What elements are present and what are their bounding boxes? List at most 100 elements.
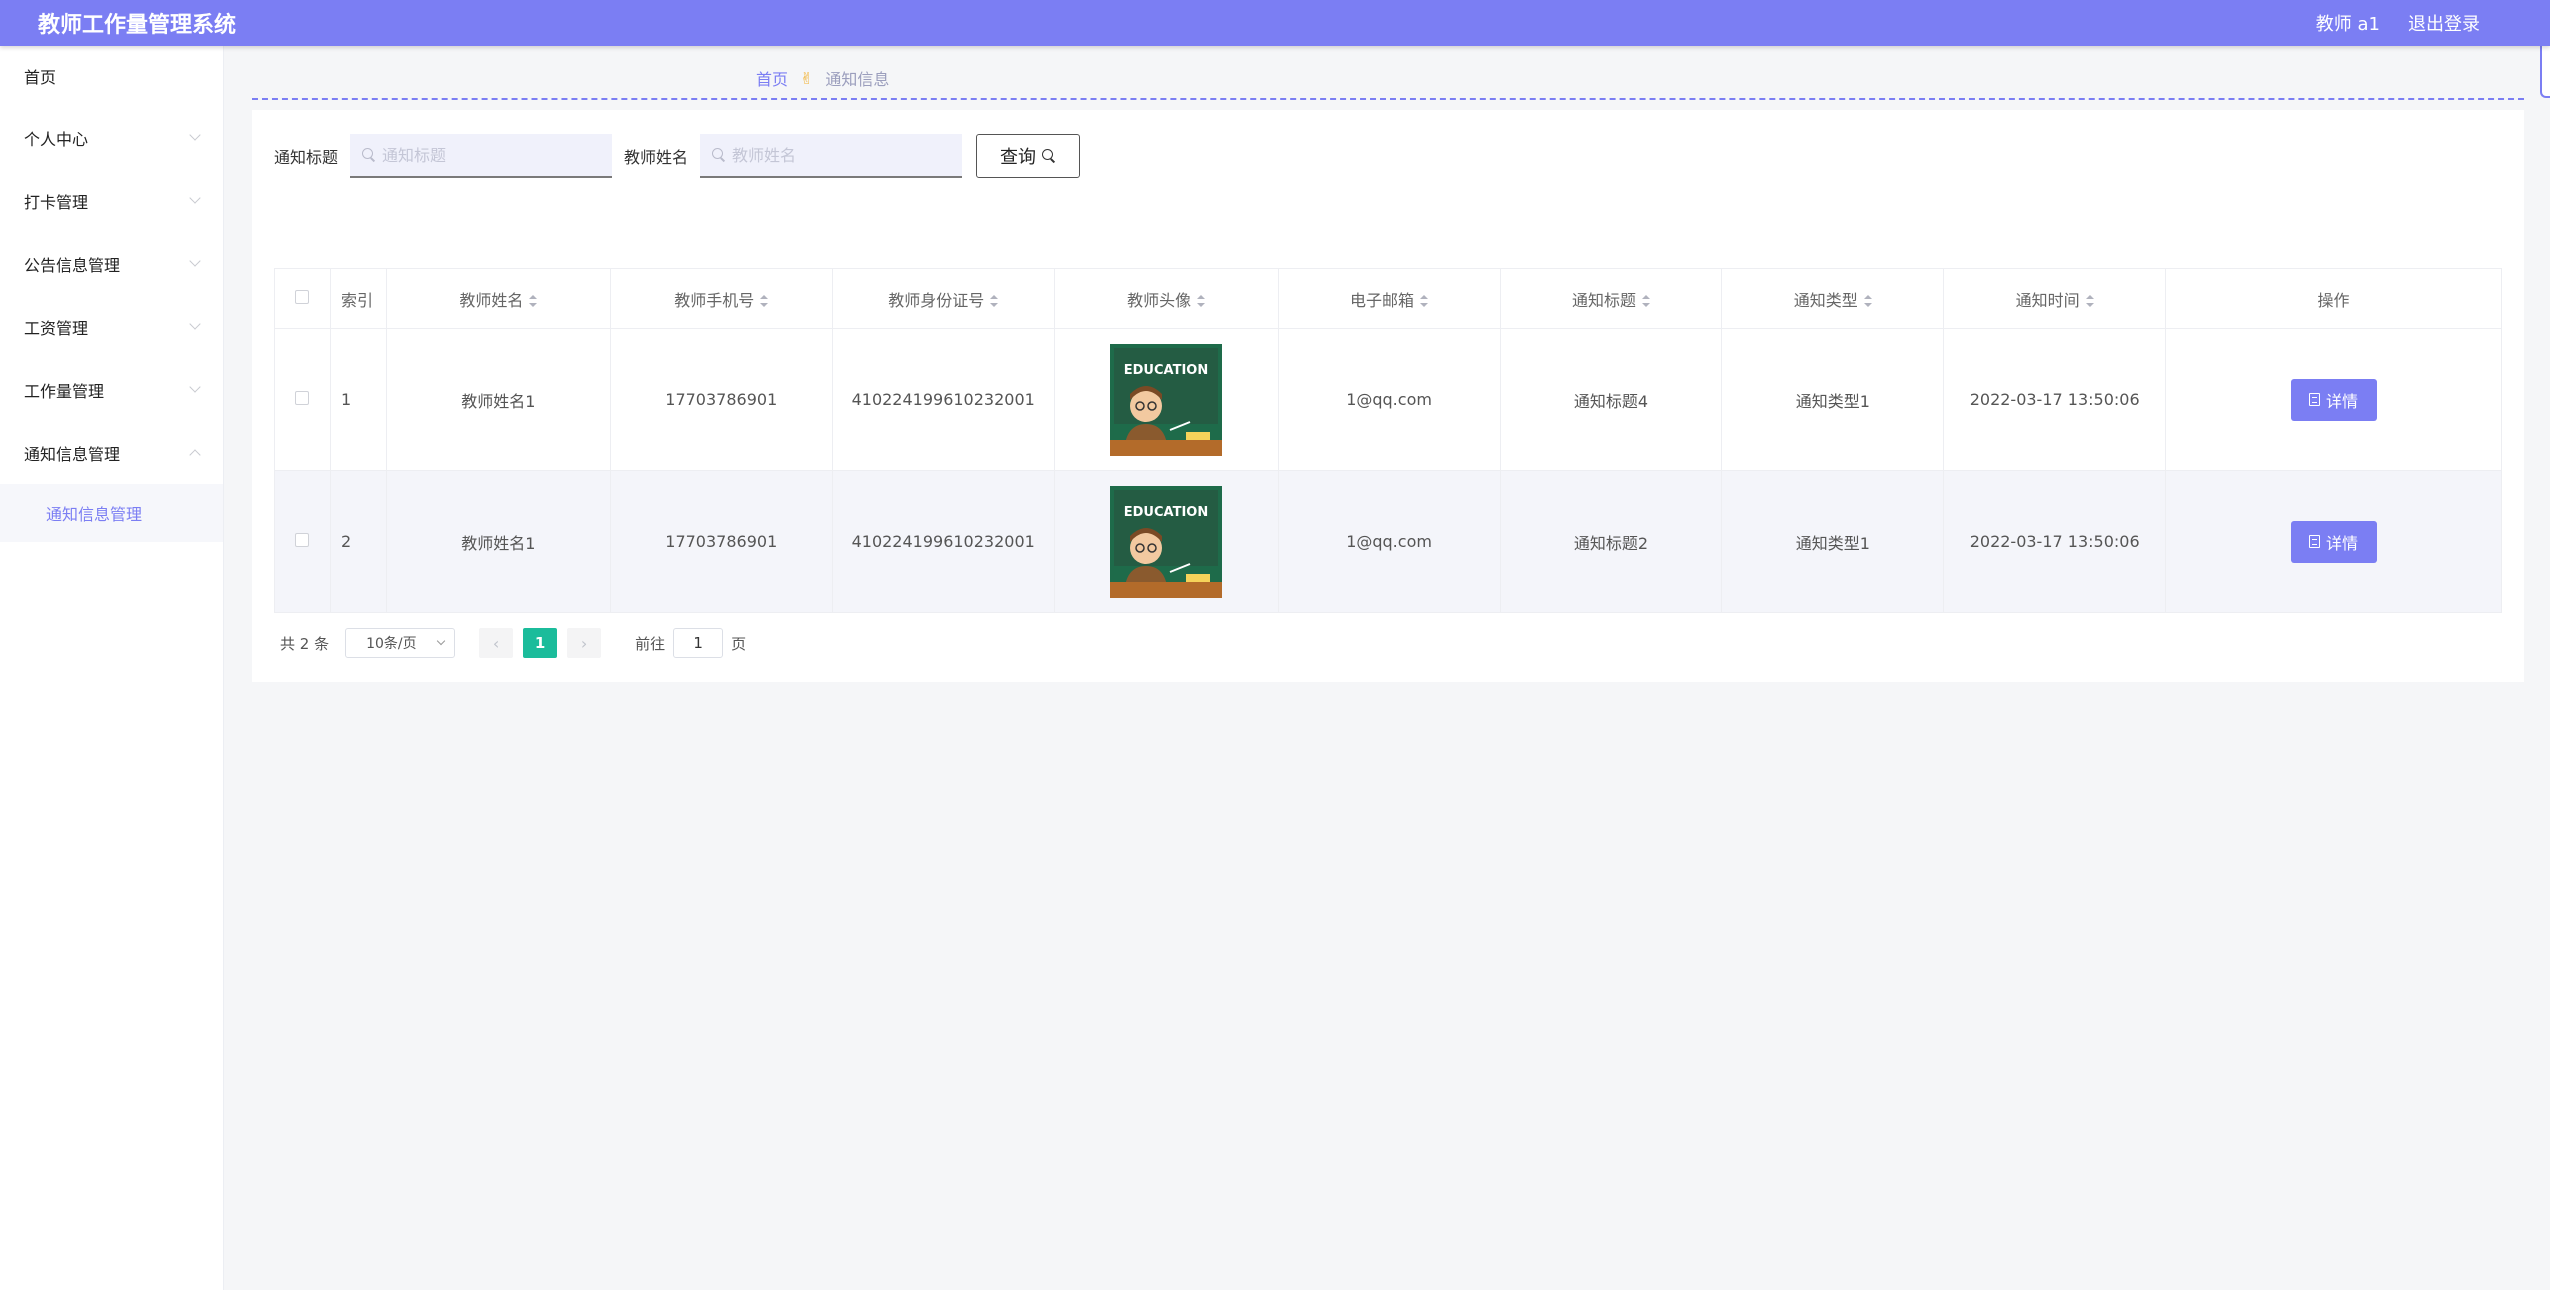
cell-index: 1: [330, 328, 387, 471]
sort-icon[interactable]: [1197, 295, 1206, 307]
top-header: 教师工作量管理系统 教师 a1 退出登录: [0, 0, 2550, 46]
cell-email: 1@qq.com: [1278, 328, 1501, 471]
sidebar-item-personal-center[interactable]: 个人中心: [0, 106, 223, 169]
breadcrumb-home[interactable]: 首页: [756, 66, 788, 90]
column-header-time[interactable]: 通知时间: [1943, 268, 2167, 329]
sidebar-item-label: 首页: [24, 68, 57, 87]
chevron-down-icon: [436, 636, 446, 646]
sidebar-item-label: 公告信息管理: [24, 255, 121, 275]
column-header-type[interactable]: 通知类型: [1721, 268, 1945, 329]
user-name: 教师 a1: [2315, 14, 2380, 35]
teacher-avatar-image[interactable]: EDUCATION: [1110, 485, 1223, 598]
chevron-down-icon: [189, 191, 201, 204]
cell-id-card: 410224199610232001: [832, 470, 1055, 613]
sidebar-item-label: 个人中心: [24, 129, 89, 149]
select-all-checkbox[interactable]: [295, 290, 310, 304]
sidebar-item-announcements[interactable]: 公告信息管理: [0, 232, 223, 295]
chevron-down-icon: [189, 128, 201, 141]
detail-button[interactable]: 详情: [2290, 520, 2377, 563]
goto-page-input[interactable]: [673, 628, 724, 658]
chevron-down-icon: [189, 380, 201, 393]
goto-page: 前往 页: [635, 628, 746, 658]
column-header-name[interactable]: 教师姓名: [386, 268, 611, 329]
cell-name: 教师姓名1: [386, 328, 611, 471]
app-title: 教师工作量管理系统: [38, 13, 237, 38]
pagination-total: 共 2 条: [280, 634, 330, 653]
cell-time: 2022-03-17 13:50:06: [1943, 328, 2167, 471]
column-header-title[interactable]: 通知标题: [1500, 268, 1723, 329]
sort-icon[interactable]: [1641, 295, 1650, 307]
sidebar: 首页 个人中心 打卡管理 公告信息管理 工资管理 工作量管理 通知信息管理 通知…: [0, 46, 224, 1290]
query-button-label: 查询: [1000, 147, 1037, 168]
name-search-input[interactable]: [732, 145, 943, 165]
sidebar-item-label: 打卡管理: [24, 192, 89, 212]
document-icon: [2309, 535, 2321, 548]
cell-title: 通知标题2: [1500, 470, 1723, 613]
column-header-avatar[interactable]: 教师头像: [1054, 268, 1279, 329]
search-icon: [712, 148, 726, 162]
name-search-label: 教师姓名: [624, 148, 689, 167]
table-row: 1 教师姓名1 17703786901 410224199610232001 E…: [274, 328, 2502, 471]
page-number-active[interactable]: 1: [523, 628, 558, 658]
cell-index: 2: [330, 470, 387, 613]
logout-link[interactable]: 退出登录: [2408, 10, 2480, 36]
breadcrumb-current: 通知信息: [825, 70, 890, 89]
column-header-label: 教师身份证号: [888, 290, 985, 310]
cell-phone: 17703786901: [610, 470, 833, 613]
row-checkbox[interactable]: [295, 391, 310, 405]
cell-name: 教师姓名1: [386, 470, 611, 613]
row-checkbox[interactable]: [295, 533, 310, 547]
cell-time: 2022-03-17 13:50:06: [1943, 470, 2167, 613]
detail-button[interactable]: 详情: [2290, 378, 2377, 421]
name-search-box[interactable]: [700, 134, 963, 178]
divider: [252, 98, 2524, 100]
query-button[interactable]: 查询: [976, 134, 1081, 178]
main-panel: 通知标题 教师姓名 查询 索引 教师姓名 教师手机号 教师身份证号: [252, 110, 2524, 682]
title-search-input[interactable]: [382, 145, 593, 165]
cell-actions: 详情: [2165, 470, 2502, 613]
avatar-text: EDUCATION: [1124, 505, 1208, 520]
row-select-cell: [274, 470, 331, 613]
chevron-up-icon: [189, 448, 201, 461]
sidebar-item-notifications[interactable]: 通知信息管理: [0, 421, 223, 484]
column-header-label: 电子邮箱: [1350, 290, 1415, 310]
column-header-id-card[interactable]: 教师身份证号: [832, 268, 1055, 329]
teacher-avatar-image[interactable]: EDUCATION: [1110, 343, 1223, 456]
search-bar: 通知标题 教师姓名 查询: [274, 134, 1081, 178]
column-header-label: 教师头像: [1127, 290, 1192, 310]
title-search-label: 通知标题: [274, 148, 339, 167]
table-row: 2 教师姓名1 17703786901 410224199610232001 E…: [274, 470, 2502, 613]
sidebar-item-checkin[interactable]: 打卡管理: [0, 169, 223, 232]
pagination: 共 2 条 10条/页 ‹ 1 › 前往 页: [280, 628, 746, 658]
sidebar-item-workload[interactable]: 工作量管理: [0, 358, 223, 421]
page-size-select[interactable]: 10条/页: [345, 628, 456, 658]
sort-icon[interactable]: [529, 295, 538, 307]
sort-icon[interactable]: [2085, 295, 2094, 307]
sort-icon[interactable]: [1863, 295, 1872, 307]
select-all-cell: [274, 268, 331, 329]
prev-page-button[interactable]: ‹: [479, 628, 514, 658]
detail-button-label: 详情: [2326, 393, 2359, 411]
breadcrumb: 首页 ✌ 通知信息: [756, 66, 889, 90]
column-header-index: 索引: [330, 268, 387, 329]
sidebar-subitem-notification-management[interactable]: 通知信息管理: [0, 484, 223, 542]
next-page-button[interactable]: ›: [567, 628, 602, 658]
title-search-box[interactable]: [350, 134, 613, 178]
cell-id-card: 410224199610232001: [832, 328, 1055, 471]
goto-label: 前往: [635, 634, 666, 653]
column-header-phone[interactable]: 教师手机号: [610, 268, 833, 329]
column-header-actions: 操作: [2165, 268, 2502, 329]
sort-icon[interactable]: [760, 295, 769, 307]
column-header-label: 教师姓名: [459, 290, 524, 310]
column-header-email[interactable]: 电子邮箱: [1278, 268, 1501, 329]
cell-email: 1@qq.com: [1278, 470, 1501, 613]
cell-phone: 17703786901: [610, 328, 833, 471]
sort-icon[interactable]: [1420, 295, 1429, 307]
sidebar-item-salary[interactable]: 工资管理: [0, 295, 223, 358]
sort-icon[interactable]: [990, 295, 999, 307]
sidebar-item-label: 通知信息管理: [24, 444, 121, 464]
avatar-text: EDUCATION: [1124, 363, 1208, 378]
sidebar-item-label: 工作量管理: [24, 381, 105, 401]
sidebar-item-home[interactable]: 首页: [0, 46, 223, 106]
cell-avatar: EDUCATION: [1054, 470, 1279, 613]
